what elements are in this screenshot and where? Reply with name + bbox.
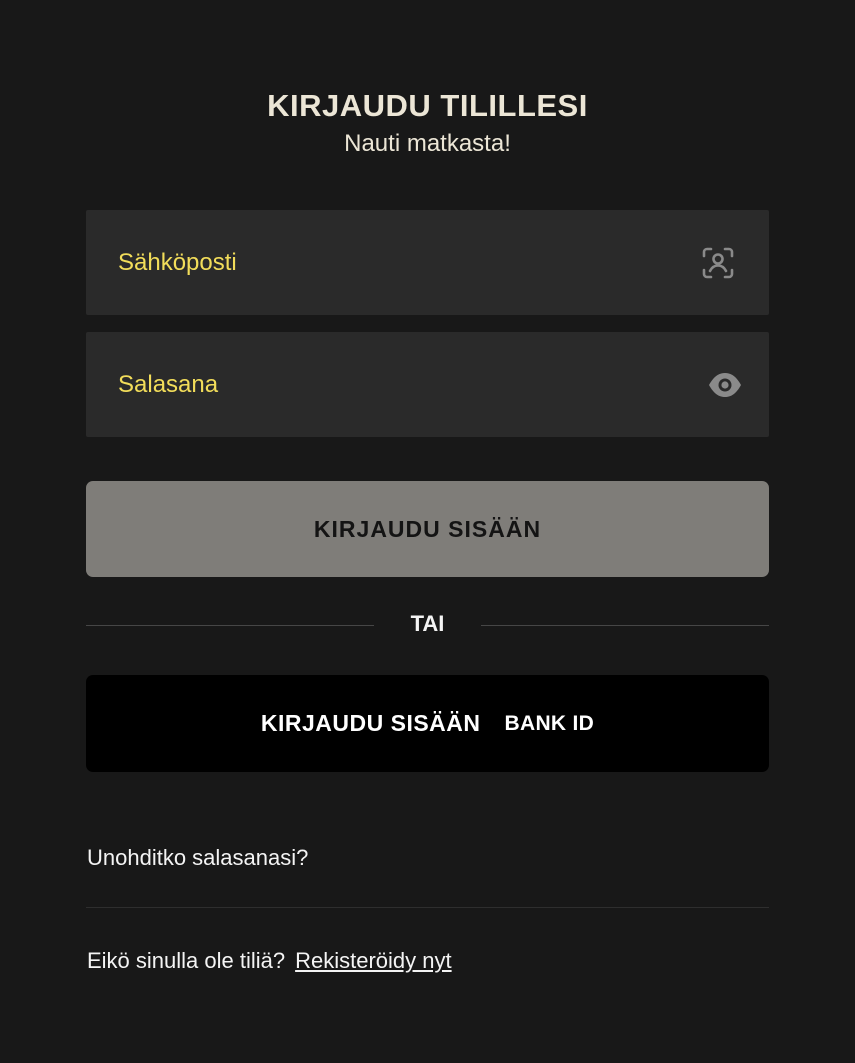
login-button[interactable]: KIRJAUDU SISÄÄN (86, 481, 769, 577)
bankid-button-label: KIRJAUDU SISÄÄN (260, 710, 481, 736)
register-row: Eikö sinulla ole tiliä? Rekisteröidy nyt (87, 948, 452, 974)
divider-line-left (86, 625, 374, 626)
bankid-logo: BANK ID (504, 711, 595, 735)
register-link[interactable]: Rekisteröidy nyt (295, 948, 452, 973)
email-field[interactable]: Sähköposti (86, 210, 769, 315)
page-title: KIRJAUDU TILILLESI (267, 88, 588, 123)
page-subtitle: Nauti matkasta! (344, 130, 511, 157)
email-label: Sähköposti (118, 249, 237, 276)
password-field[interactable]: Salasana (86, 332, 769, 437)
footer-divider (86, 907, 769, 908)
eye-icon[interactable] (707, 370, 743, 400)
bankid-login-button[interactable]: KIRJAUDU SISÄÄN BANK ID (86, 675, 769, 772)
divider-line-right (481, 625, 769, 626)
forgot-password-link[interactable]: Unohditko salasanasi? (87, 845, 308, 871)
no-account-text: Eikö sinulla ole tiliä? (87, 948, 286, 973)
face-id-icon[interactable] (701, 246, 735, 280)
login-page: KIRJAUDU TILILLESI Nauti matkasta! Sähkö… (0, 0, 855, 1063)
divider-text: TAI (410, 611, 445, 636)
password-label: Salasana (118, 371, 219, 398)
